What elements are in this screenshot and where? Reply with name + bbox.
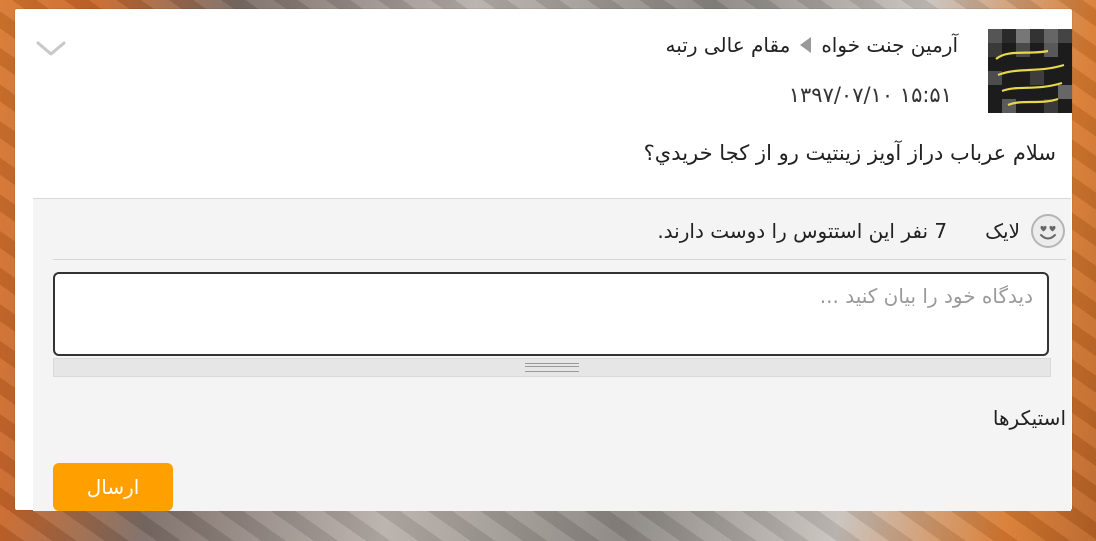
- chevron-down-icon: [36, 41, 66, 56]
- post-header: آرمین جنت خواه مقام عالی رتبه: [666, 33, 958, 57]
- author-name[interactable]: آرمین جنت خواه: [821, 33, 958, 57]
- interaction-panel: لایک 7 نفر این استتوس را دوست دارند. است…: [33, 198, 1071, 511]
- status-post-card: آرمین جنت خواه مقام عالی رتبه ۱۳۹۷/۰۷/۱۰…: [15, 9, 1072, 511]
- send-button[interactable]: ارسال: [53, 463, 173, 511]
- divider: [53, 259, 1066, 260]
- triangle-left-icon: [800, 37, 812, 53]
- comment-input[interactable]: [53, 272, 1049, 356]
- smiley-heart-eyes-icon[interactable]: [1030, 213, 1066, 249]
- grip-icon: [525, 363, 579, 372]
- collapse-button[interactable]: [35, 37, 67, 61]
- post-timestamp: ۱۳۹۷/۰۷/۱۰ ۱۵:۵۱: [788, 83, 952, 107]
- stickers-toggle[interactable]: استیکرها: [993, 406, 1066, 430]
- post-text: سلام عرباب دراز آويز زينتيت رو از كجا خر…: [643, 141, 1056, 165]
- like-count-text[interactable]: 7 نفر این استتوس را دوست دارند.: [657, 219, 947, 243]
- like-button[interactable]: لایک: [985, 219, 1020, 243]
- avatar[interactable]: [988, 29, 1072, 113]
- textarea-resize-handle[interactable]: [53, 358, 1051, 377]
- like-row: لایک 7 نفر این استتوس را دوست دارند.: [657, 213, 1066, 249]
- recipient-name[interactable]: مقام عالی رتبه: [666, 33, 791, 57]
